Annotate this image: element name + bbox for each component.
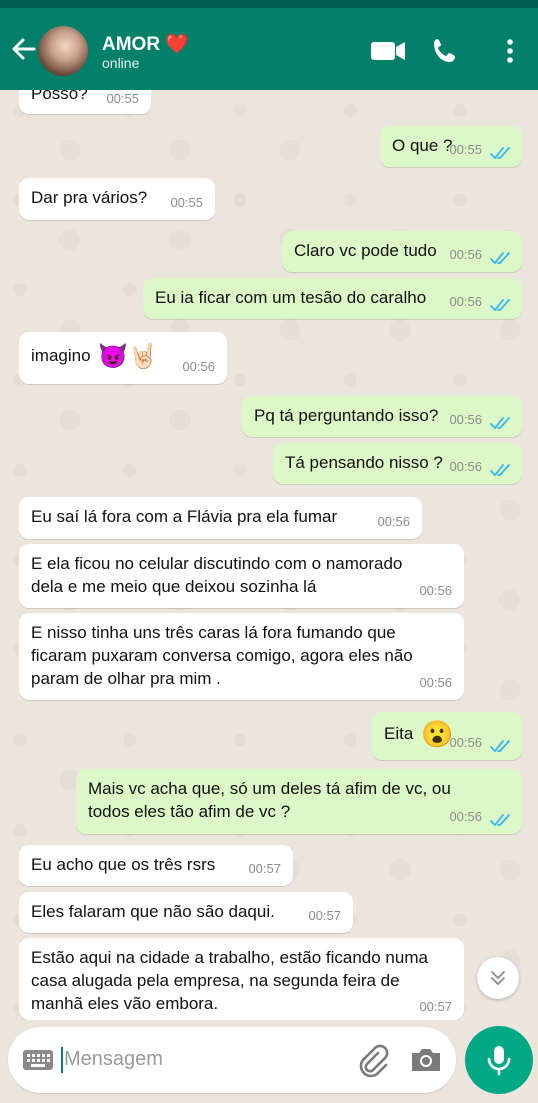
message-time: 00:56 <box>182 359 215 374</box>
message-time: 00:55 <box>170 195 203 210</box>
message-text: Estão aqui na cidade a trabalho, estão f… <box>31 948 428 1013</box>
contact-name[interactable]: AMOR ❤️ <box>102 32 189 56</box>
message-incoming[interactable]: E nisso tinha uns três caras lá fora fum… <box>19 613 464 700</box>
message-composer: Mensagem <box>8 1027 456 1093</box>
message-time: 00:56 <box>449 459 482 474</box>
message-outgoing[interactable]: Eita 😮 00:56 <box>372 712 522 760</box>
message-incoming[interactable]: Estão aqui na cidade a trabalho, estão f… <box>19 938 464 1020</box>
message-outgoing[interactable]: Claro vc pode tudo 00:56 <box>282 231 522 272</box>
message-text: Eu acho que os três rsrs <box>31 855 216 874</box>
read-receipt-icon <box>490 417 510 430</box>
read-receipt-icon <box>490 299 510 312</box>
message-text-content: Eita <box>384 724 414 743</box>
read-receipt-icon <box>490 740 510 753</box>
message-incoming[interactable]: Dar pra vários? 00:55 <box>19 178 215 220</box>
message-time: 00:55 <box>449 142 482 157</box>
message-time: 00:56 <box>419 675 452 690</box>
message-time: 00:56 <box>449 294 482 309</box>
message-outgoing[interactable]: O que ? 00:55 <box>380 126 522 167</box>
message-input[interactable]: Mensagem <box>64 1048 163 1071</box>
message-incoming[interactable]: Eu acho que os três rsrs 00:57 <box>19 845 293 886</box>
voice-message-button[interactable] <box>465 1026 533 1094</box>
message-incoming[interactable]: Eu saí lá fora com a Flávia pra ela fuma… <box>19 497 422 539</box>
message-text: E ela ficou no celular discutindo com o … <box>31 554 403 596</box>
message-incoming[interactable]: Posso? 00:55 <box>19 90 151 114</box>
double-chevron-down-icon <box>491 971 505 985</box>
message-time: 00:56 <box>449 809 482 824</box>
message-text-content: imagino <box>31 346 91 365</box>
message-outgoing[interactable]: Pq tá perguntando isso? 00:56 <box>242 396 522 437</box>
message-time: 00:56 <box>419 583 452 598</box>
video-call-icon[interactable] <box>368 34 408 68</box>
status-bar <box>0 0 538 8</box>
message-outgoing[interactable]: Tá pensando nisso ? 00:56 <box>273 443 522 484</box>
text-cursor <box>61 1047 63 1073</box>
chat-header: AMOR ❤️ online <box>0 8 538 90</box>
message-text: Eles falaram que não são daqui. <box>31 902 275 921</box>
read-receipt-icon <box>490 147 510 160</box>
message-incoming[interactable]: Eles falaram que não são daqui. 00:57 <box>19 892 353 933</box>
message-time: 00:56 <box>377 514 410 529</box>
back-arrow-icon[interactable] <box>8 32 38 66</box>
contact-status: online <box>102 55 140 71</box>
message-time: 00:57 <box>248 861 281 876</box>
message-outgoing[interactable]: Eu ia ficar com um tesão do caralho 00:5… <box>143 278 522 319</box>
contact-avatar[interactable] <box>38 26 88 76</box>
microphone-icon <box>487 1046 511 1076</box>
message-time: 00:57 <box>419 999 452 1014</box>
message-time: 00:56 <box>449 735 482 750</box>
message-time: 00:56 <box>449 247 482 262</box>
message-incoming[interactable]: imagino 😈🤘🏻 00:56 <box>19 332 227 384</box>
more-options-icon[interactable] <box>490 34 530 68</box>
scroll-to-bottom-button[interactable] <box>477 957 519 999</box>
attachment-icon[interactable] <box>356 1044 390 1078</box>
read-receipt-icon <box>490 814 510 827</box>
message-text: Mais vc acha que, só um deles tá afim de… <box>88 779 451 821</box>
camera-icon[interactable] <box>408 1043 444 1077</box>
message-incoming[interactable]: E ela ficou no celular discutindo com o … <box>19 544 464 608</box>
message-time: 00:56 <box>449 412 482 427</box>
devil-horns-emoji: 😈🤘🏻 <box>98 343 159 371</box>
message-time: 00:57 <box>308 908 341 923</box>
message-text: E nisso tinha uns três caras lá fora fum… <box>31 623 413 688</box>
read-receipt-icon <box>490 464 510 477</box>
message-outgoing[interactable]: Mais vc acha que, só um deles tá afim de… <box>76 769 522 834</box>
message-time: 00:55 <box>106 91 139 106</box>
message-list[interactable]: Posso? 00:55 O que ? 00:55 Dar pra vário… <box>0 90 538 1020</box>
message-text: Eu saí lá fora com a Flávia pra ela fuma… <box>31 507 338 526</box>
keyboard-icon[interactable] <box>22 1047 54 1073</box>
read-receipt-icon <box>490 252 510 265</box>
voice-call-icon[interactable] <box>428 34 468 68</box>
